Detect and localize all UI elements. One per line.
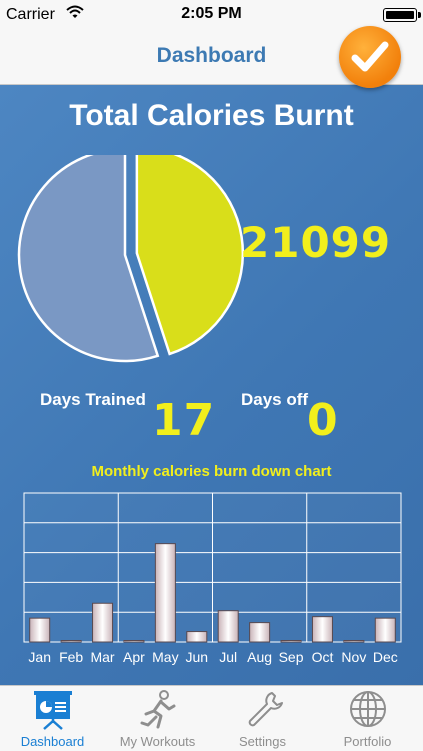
tab-portfolio-label: Portfolio [343, 734, 392, 749]
calories-pie-chart [17, 155, 245, 363]
tab-dashboard[interactable]: Dashboard [0, 686, 105, 751]
bar-nov [343, 640, 365, 643]
tab-settings[interactable]: Settings [210, 686, 315, 751]
tab-settings-label: Settings [239, 734, 286, 749]
bar-jan [29, 617, 51, 643]
tab-dashboard-label: Dashboard [20, 734, 85, 749]
x-tick-label: Sep [279, 649, 304, 665]
x-tick-label: Nov [341, 649, 366, 665]
total-calories-heading: Total Calories Burnt [69, 99, 354, 132]
chart-title: Monthly calories burn down chart [91, 463, 332, 480]
x-tick-label: Aug [247, 649, 272, 665]
x-tick-label: Jun [186, 649, 209, 665]
bar-feb [60, 640, 82, 643]
bar-sep [280, 640, 302, 643]
bar-may [154, 543, 176, 643]
bar-oct [311, 616, 333, 643]
wrench-icon [248, 692, 283, 727]
total-calories-value: 21099 [240, 218, 392, 267]
x-tick-label: Oct [312, 649, 334, 665]
status-time: 2:05 PM [181, 5, 242, 22]
x-tick-label: May [152, 649, 178, 665]
status-bar: Carrier 2:05 PM [0, 0, 423, 30]
pie-slice [135, 155, 245, 356]
x-tick-label: Jul [219, 649, 237, 665]
bar-apr [123, 640, 145, 643]
bar-jun [186, 631, 208, 643]
tab-my-workouts-label: My Workouts [119, 734, 196, 749]
tab-my-workouts[interactable]: My Workouts [105, 686, 210, 751]
days-off-label: Days off [241, 390, 309, 409]
battery-icon [383, 8, 421, 22]
bar-jul [217, 610, 239, 643]
runner-icon [140, 690, 176, 729]
bar-mar [92, 602, 114, 643]
tab-bar: Dashboard My Workouts Settings Portfolio [0, 685, 423, 751]
days-trained-value: 17 [152, 395, 216, 446]
dashboard-content: Total Calories Burnt 21099 Days Trained … [0, 85, 423, 685]
days-off-value: 0 [307, 395, 339, 446]
checkmark-icon [351, 41, 389, 72]
x-tick-label: Mar [90, 649, 114, 665]
bar-dec [374, 617, 396, 643]
days-trained-label: Days Trained [40, 390, 146, 409]
checkmark-button[interactable] [339, 26, 401, 88]
x-tick-label: Dec [373, 649, 398, 665]
monthly-bar-chart: Jan Feb Mar Apr May Jun Jul Aug Sep Oct Nov Dec [23, 492, 402, 665]
tab-portfolio[interactable]: Portfolio [315, 686, 420, 751]
presentation-board-icon [34, 691, 72, 730]
x-tick-label: Jan [28, 649, 51, 665]
x-tick-label: Feb [59, 649, 83, 665]
bar-aug [249, 622, 271, 643]
globe-icon [350, 691, 386, 727]
x-tick-label: Apr [123, 649, 145, 665]
